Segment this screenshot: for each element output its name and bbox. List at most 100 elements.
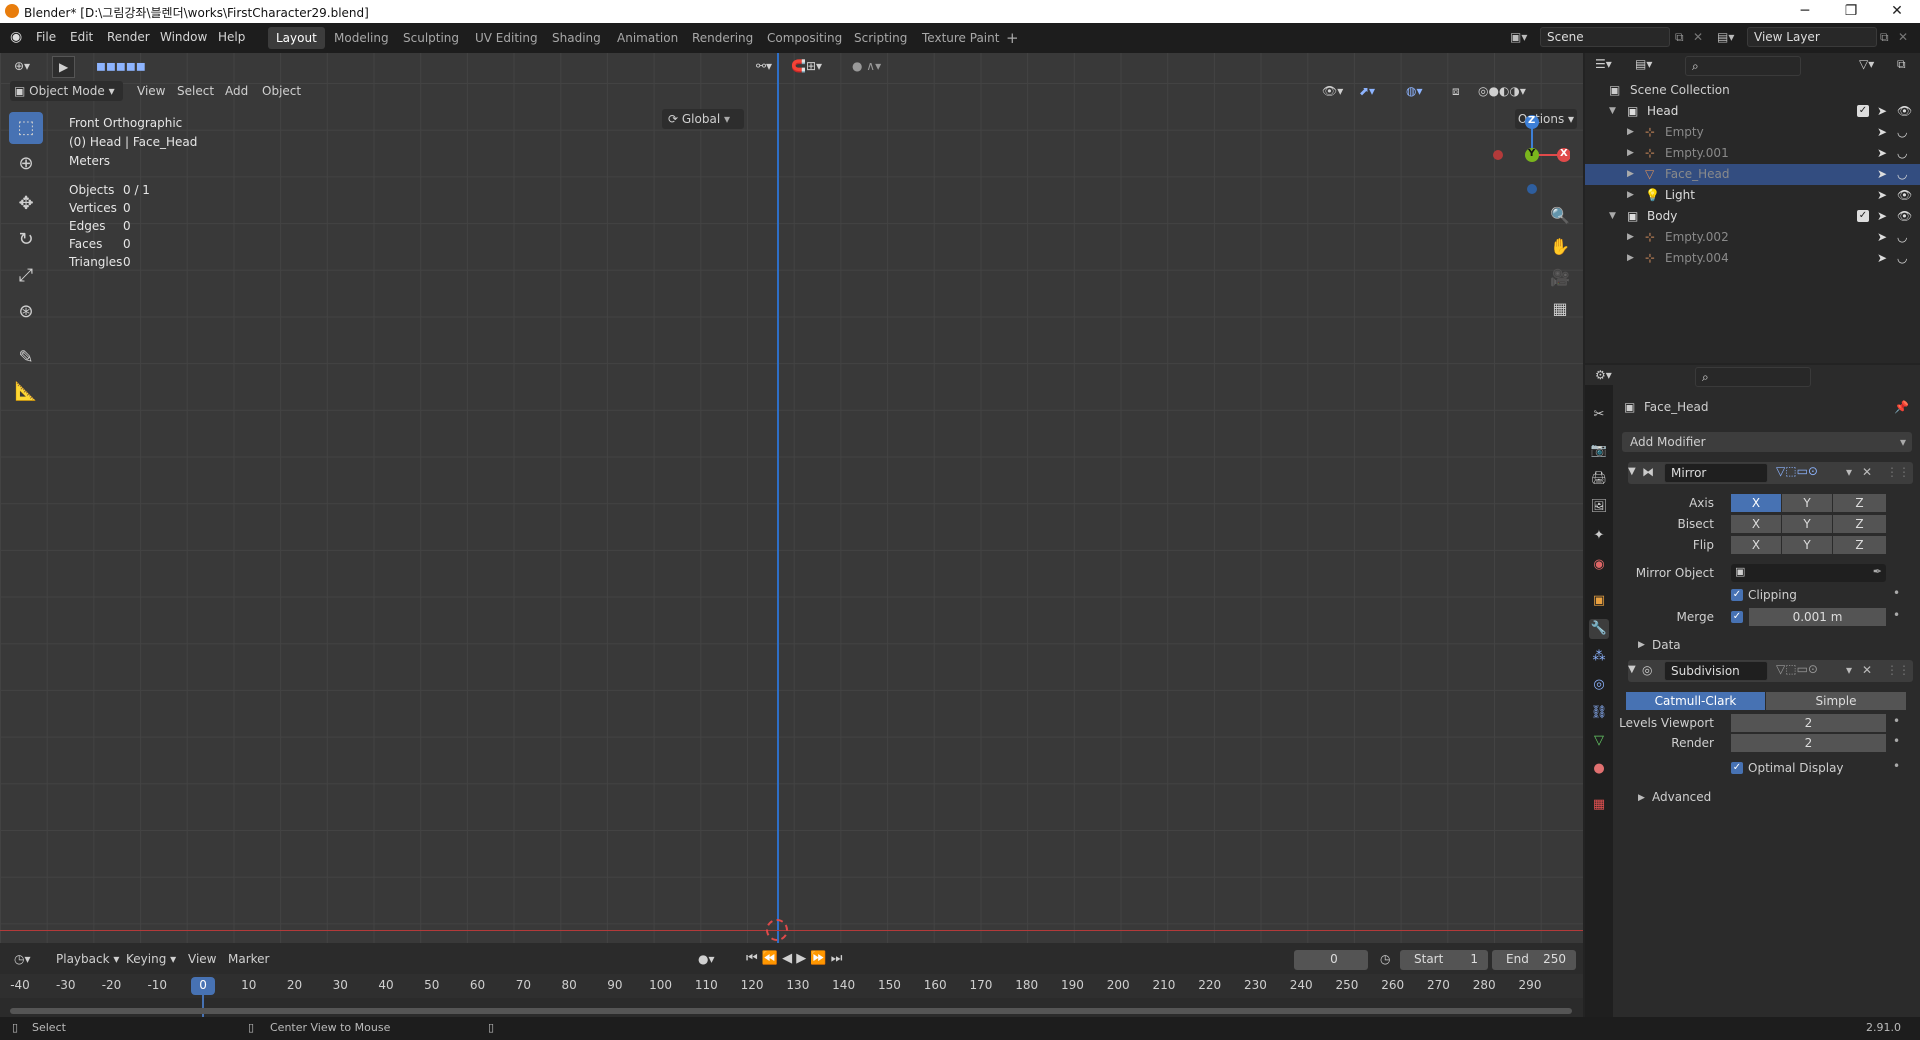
output-tab-icon[interactable]: 🖨 bbox=[1589, 469, 1609, 489]
drag-handle-icon[interactable]: ⋮⋮ bbox=[1886, 663, 1910, 677]
add-modifier-dropdown[interactable]: Add Modifier ▾ bbox=[1622, 432, 1912, 452]
keyframe-dot-icon[interactable]: • bbox=[1893, 734, 1900, 748]
viewport-menu-select[interactable]: Select bbox=[173, 81, 218, 101]
collapse-chevron-icon[interactable]: ▼ bbox=[1609, 101, 1616, 122]
new-scene-icon[interactable]: ⧉ bbox=[1675, 23, 1684, 53]
expand-chevron-icon[interactable]: ▶ bbox=[1627, 185, 1634, 206]
timeline-menu-view[interactable]: View bbox=[184, 949, 220, 969]
timeline-menu-keying[interactable]: Keying ▾ bbox=[122, 949, 180, 969]
menu-window[interactable]: Window bbox=[160, 23, 207, 53]
axis-x-toggle[interactable]: X bbox=[1731, 494, 1781, 512]
visibility-eye-icon[interactable]: ◡ bbox=[1897, 248, 1907, 269]
camera-view-icon[interactable]: 🎥 bbox=[1548, 262, 1572, 293]
pan-hand-icon[interactable]: ✋ bbox=[1548, 231, 1572, 262]
rotate-tool-icon[interactable]: ↻ bbox=[9, 224, 43, 256]
mode-dropdown[interactable]: ▣ Object Mode ▾ bbox=[10, 81, 123, 101]
selectable-arrow-icon[interactable]: ➤ bbox=[1877, 248, 1887, 269]
outliner-row-scene-collection[interactable]: ▣ Scene Collection bbox=[1585, 80, 1920, 101]
visibility-eye-icon[interactable]: ◡ bbox=[1897, 122, 1907, 143]
delete-view-layer-icon[interactable]: ✕ bbox=[1898, 23, 1908, 53]
collapse-chevron-icon[interactable]: ▼ bbox=[1609, 206, 1616, 227]
filter-icon[interactable]: ▽▾ bbox=[1859, 57, 1874, 71]
measure-tool-icon[interactable]: 📐 bbox=[9, 376, 43, 408]
subdivision-name-field[interactable]: Subdivision bbox=[1664, 661, 1768, 681]
tab-texture-paint[interactable]: Texture Paint bbox=[914, 27, 1007, 49]
visibility-eye-icon[interactable]: 👁 bbox=[1897, 185, 1912, 206]
data-tab-icon[interactable]: ▽ bbox=[1589, 731, 1609, 751]
outliner-editor-type-icon[interactable]: ☰▾ bbox=[1595, 57, 1612, 71]
modifier-menu-icon[interactable]: ▾ bbox=[1846, 465, 1852, 479]
texture-tab-icon[interactable]: ▦ bbox=[1589, 795, 1609, 815]
levels-viewport-field[interactable]: 2 bbox=[1731, 714, 1886, 732]
optimal-display-checkbox[interactable]: ✓ bbox=[1731, 762, 1743, 774]
mirror-modifier-header[interactable]: ▼ ⧓ Mirror ▽⬚▭⊙ ▾ ✕ ⋮⋮ bbox=[1628, 462, 1913, 484]
selectable-arrow-icon[interactable]: ➤ bbox=[1877, 164, 1887, 185]
simple-toggle[interactable]: Simple bbox=[1766, 692, 1906, 710]
record-button-icon[interactable]: ●▾ bbox=[694, 949, 719, 969]
merge-checkbox[interactable]: ✓ bbox=[1731, 611, 1743, 623]
tab-sculpting[interactable]: Sculpting bbox=[395, 27, 467, 49]
close-window-button[interactable]: ✕ bbox=[1874, 0, 1920, 23]
end-frame-field[interactable]: End 250 bbox=[1492, 950, 1576, 970]
outliner-row[interactable]: ▶ ⊹ Empty.002 ➤ ◡ bbox=[1585, 227, 1920, 248]
modifier-menu-icon[interactable]: ▾ bbox=[1846, 663, 1852, 677]
axis-y-toggle[interactable]: Y bbox=[1782, 494, 1832, 512]
maximize-button[interactable]: ❐ bbox=[1828, 0, 1874, 23]
props-editor-type-icon[interactable]: ⚙▾ bbox=[1595, 368, 1612, 382]
advanced-subpanel[interactable]: Advanced bbox=[1652, 790, 1711, 804]
editor-type-icon[interactable]: ⊕▾ bbox=[10, 56, 34, 76]
overlay-toggle-icon[interactable]: ◍▾ bbox=[1402, 81, 1427, 101]
outliner-row[interactable]: ▶ ⊹ Empty.004 ➤ ◡ bbox=[1585, 248, 1920, 269]
expand-chevron-icon[interactable]: ▶ bbox=[1627, 122, 1634, 143]
orientation-dropdown[interactable]: ⟳ Global ▾ bbox=[662, 109, 744, 129]
timeline-menu-marker[interactable]: Marker bbox=[224, 949, 273, 969]
transform-tool-icon[interactable]: ⊛ bbox=[9, 296, 43, 328]
view-layer-field[interactable]: View Layer bbox=[1747, 27, 1877, 47]
tab-animation[interactable]: Animation bbox=[609, 27, 686, 49]
timeline-editor-type-icon[interactable]: ◷▾ bbox=[10, 949, 35, 969]
selectable-arrow-icon[interactable]: ➤ bbox=[1877, 101, 1887, 122]
mirror-name-field[interactable]: Mirror bbox=[1664, 463, 1768, 483]
selectable-arrow-icon[interactable]: ➤ bbox=[1877, 122, 1887, 143]
render-levels-field[interactable]: 2 bbox=[1731, 734, 1886, 752]
collapse-chevron-icon[interactable]: ▼ bbox=[1628, 466, 1636, 477]
remove-modifier-icon[interactable]: ✕ bbox=[1862, 663, 1872, 677]
scene-tab-icon[interactable]: ✦ bbox=[1589, 526, 1609, 546]
select-tool-icon[interactable]: ▶ bbox=[52, 56, 76, 78]
tab-modeling[interactable]: Modeling bbox=[326, 27, 397, 49]
menu-edit[interactable]: Edit bbox=[70, 23, 93, 53]
viewport-menu-add[interactable]: Add bbox=[221, 81, 252, 101]
visibility-eye-icon[interactable]: 👁 bbox=[1897, 206, 1912, 227]
scene-field[interactable]: Scene bbox=[1540, 27, 1670, 47]
modifier-tab-icon[interactable]: 🔧 bbox=[1589, 619, 1609, 639]
selection-mode-icons[interactable]: ◼◼◼◼◼ bbox=[92, 56, 150, 76]
mirror-object-field[interactable]: ▣ ✒ bbox=[1731, 564, 1886, 582]
merge-distance-field[interactable]: 0.001 m bbox=[1749, 608, 1886, 626]
exclude-checkbox[interactable]: ✓ bbox=[1857, 210, 1869, 222]
delete-scene-icon[interactable]: ✕ bbox=[1693, 23, 1703, 53]
view-layer-tab-icon[interactable]: 🖼 bbox=[1589, 497, 1609, 517]
viewport-menu-object[interactable]: Object bbox=[258, 81, 305, 101]
axis-z-toggle[interactable]: Z bbox=[1833, 494, 1886, 512]
menu-file[interactable]: File bbox=[36, 23, 56, 53]
selectable-arrow-icon[interactable]: ➤ bbox=[1877, 206, 1887, 227]
exclude-checkbox[interactable]: ✓ bbox=[1857, 105, 1869, 117]
snap-icon[interactable]: 🧲⊞▾ bbox=[787, 56, 826, 76]
scale-tool-icon[interactable]: ⤢ bbox=[9, 260, 43, 292]
zoom-icon[interactable]: 🔍 bbox=[1548, 200, 1572, 231]
pin-icon[interactable]: 📌 bbox=[1894, 400, 1909, 414]
constraints-tab-icon[interactable]: ⛓ bbox=[1589, 703, 1609, 723]
modifier-display-toggles-icons[interactable]: ▽⬚▭⊙ bbox=[1776, 662, 1818, 676]
minimize-button[interactable]: ─ bbox=[1782, 0, 1828, 23]
visibility-eye-icon[interactable]: ◡ bbox=[1897, 164, 1907, 185]
xray-toggle-icon[interactable]: ⧈ bbox=[1448, 81, 1464, 101]
tab-shading[interactable]: Shading bbox=[544, 27, 609, 49]
select-box-tool-icon[interactable]: ⬚ bbox=[9, 112, 43, 144]
outliner-search-input[interactable]: ⌕ bbox=[1685, 56, 1801, 76]
particles-tab-icon[interactable]: ⁂ bbox=[1589, 647, 1609, 667]
add-workspace-button[interactable]: + bbox=[998, 27, 1027, 49]
outliner-row[interactable]: ▼ ▣ Body ✓ ➤ 👁 bbox=[1585, 206, 1920, 227]
start-frame-field[interactable]: Start 1 bbox=[1400, 950, 1488, 970]
timeline-ruler[interactable]: -40 -30 -20 -10 0 10 20 30 40 50 60 70 80 90 100 110 120… bbox=[0, 974, 1583, 1025]
timeline-scrollbar[interactable] bbox=[10, 1008, 1572, 1014]
